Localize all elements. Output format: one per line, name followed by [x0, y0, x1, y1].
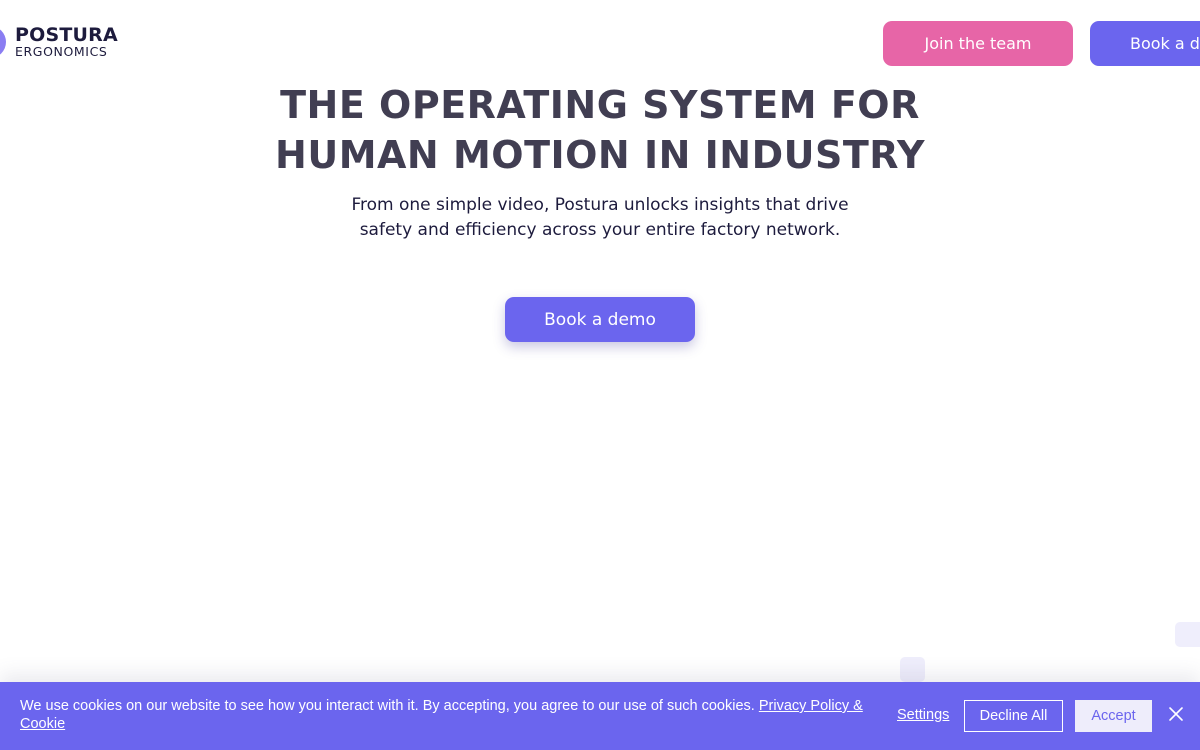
landing-page: POSTURA ERGONOMICS Join the team Book a … — [0, 0, 1200, 750]
hero-title: THE OPERATING SYSTEM FOR HUMAN MOTION IN… — [200, 80, 1000, 180]
decorative-square — [1175, 622, 1200, 647]
hero-title-line1: THE OPERATING SYSTEM FOR — [280, 83, 920, 127]
decorative-square — [900, 657, 925, 682]
close-icon[interactable] — [1166, 704, 1186, 724]
decline-all-button[interactable]: Decline All — [964, 700, 1063, 732]
logo-mark-icon — [0, 26, 6, 59]
accept-button[interactable]: Accept — [1075, 700, 1152, 732]
header-book-demo-button[interactable]: Book a demo — [1090, 21, 1200, 66]
brand-name: POSTURA — [15, 24, 118, 46]
join-team-button[interactable]: Join the team — [883, 21, 1073, 66]
hero-title-line2: HUMAN MOTION IN INDUSTRY — [275, 133, 925, 177]
hero-subtitle: From one simple video, Postura unlocks i… — [351, 195, 849, 240]
logo-text: POSTURA ERGONOMICS — [15, 26, 118, 59]
hero-book-demo-button[interactable]: Book a demo — [505, 297, 695, 342]
brand-tagline: ERGONOMICS — [15, 44, 108, 59]
cookie-message: We use cookies on our website to see how… — [20, 697, 865, 733]
cookie-settings-link[interactable]: Settings — [897, 707, 949, 723]
close-icon-glyph — [1169, 707, 1183, 721]
cookie-message-text: We use cookies on our website to see how… — [20, 698, 755, 714]
logo[interactable]: POSTURA ERGONOMICS — [0, 26, 118, 59]
cookie-banner: We use cookies on our website to see how… — [0, 682, 1200, 750]
